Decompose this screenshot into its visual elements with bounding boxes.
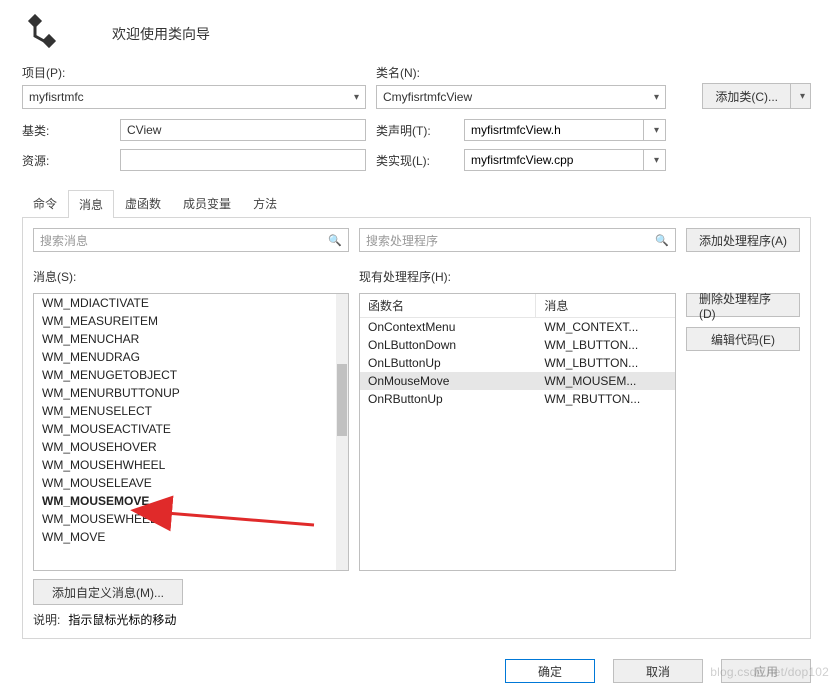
search-messages-input[interactable]: 搜索消息 🔍	[33, 228, 349, 252]
message-item[interactable]: WM_MOUSEHWHEEL	[34, 456, 336, 474]
search-handlers-placeholder: 搜索处理程序	[366, 232, 438, 249]
add-class-button[interactable]: 添加类(C)...	[702, 83, 791, 109]
class-name-value: CmyfisrtmfcView	[383, 90, 472, 104]
message-item[interactable]: WM_MOUSELEAVE	[34, 474, 336, 492]
caret-down-icon: ▾	[654, 125, 659, 136]
resource-field	[120, 149, 366, 171]
message-item[interactable]: WM_MENURBUTTONUP	[34, 384, 336, 402]
base-class-label: 基类:	[22, 122, 120, 139]
cell-func: OnRButtonUp	[360, 391, 536, 407]
caret-down-icon: ▾	[654, 155, 659, 166]
message-item[interactable]: WM_MEASUREITEM	[34, 312, 336, 330]
wizard-logo-icon	[18, 14, 58, 54]
tab-1[interactable]: 消息	[68, 190, 114, 218]
tab-0[interactable]: 命令	[22, 189, 68, 217]
add-custom-message-button[interactable]: 添加自定义消息(M)...	[33, 579, 183, 605]
chevron-down-icon: ▾	[654, 92, 659, 103]
table-header: 函数名 消息	[360, 294, 675, 318]
cell-func: OnLButtonUp	[360, 355, 536, 371]
message-item[interactable]: WM_MOUSEWHEEL	[34, 510, 336, 528]
add-class-split-button[interactable]: 添加类(C)... ▾	[702, 83, 811, 109]
tab-2[interactable]: 虚函数	[114, 189, 172, 217]
search-icon: 🔍	[655, 234, 669, 247]
watermark-text: blog.csdn.net/dop102	[710, 665, 829, 679]
table-row[interactable]: OnLButtonUpWM_LBUTTON...	[360, 354, 675, 372]
description-text: 指示鼠标光标的移动	[68, 611, 176, 628]
scrollbar-thumb[interactable]	[337, 364, 347, 436]
col-message: 消息	[536, 294, 675, 317]
message-item[interactable]: WM_MENUDRAG	[34, 348, 336, 366]
class-decl-label: 类声明(T):	[376, 122, 464, 139]
message-item[interactable]: WM_MOUSEHOVER	[34, 438, 336, 456]
class-impl-field[interactable]: myfisrtmfcView.cpp	[464, 149, 644, 171]
class-name-combo[interactable]: CmyfisrtmfcView ▾	[376, 85, 666, 109]
dialog-buttons: 确定 取消 应用	[0, 647, 833, 683]
description-label: 说明:	[33, 611, 60, 628]
table-row[interactable]: OnContextMenuWM_CONTEXT...	[360, 318, 675, 336]
cell-msg: WM_LBUTTON...	[536, 337, 675, 353]
class-impl-dropdown[interactable]: ▾	[644, 149, 666, 171]
message-item[interactable]: WM_MENUSELECT	[34, 402, 336, 420]
ok-button[interactable]: 确定	[505, 659, 595, 683]
tab-3[interactable]: 成员变量	[172, 189, 242, 217]
tab-4[interactable]: 方法	[242, 189, 288, 217]
cancel-button[interactable]: 取消	[613, 659, 703, 683]
cell-msg: WM_RBUTTON...	[536, 391, 675, 407]
message-item[interactable]: WM_MDIACTIVATE	[34, 294, 336, 312]
tab-strip: 命令消息虚函数成员变量方法	[22, 189, 811, 218]
message-item[interactable]: WM_MENUGETOBJECT	[34, 366, 336, 384]
cell-func: OnLButtonDown	[360, 337, 536, 353]
class-decl-dropdown[interactable]: ▾	[644, 119, 666, 141]
handlers-list-label: 现有处理程序(H):	[359, 268, 672, 285]
wizard-header: 欢迎使用类向导	[0, 0, 833, 64]
add-handler-button[interactable]: 添加处理程序(A)	[686, 228, 800, 252]
caret-down-icon: ▾	[800, 91, 805, 102]
scrollbar[interactable]	[336, 294, 348, 570]
messages-list-label: 消息(S):	[33, 268, 349, 285]
message-item[interactable]: WM_MOVE	[34, 528, 336, 546]
add-class-dropdown[interactable]: ▾	[791, 83, 811, 109]
class-impl-label: 类实现(L):	[376, 152, 464, 169]
resource-label: 资源:	[22, 152, 120, 169]
col-func-name: 函数名	[360, 294, 536, 317]
message-item[interactable]: WM_MOUSEMOVE	[34, 492, 336, 510]
project-value: myfisrtmfc	[29, 90, 84, 104]
table-row[interactable]: OnMouseMoveWM_MOUSEM...	[360, 372, 675, 390]
cell-msg: WM_LBUTTON...	[536, 355, 675, 371]
search-handlers-input[interactable]: 搜索处理程序 🔍	[359, 228, 676, 252]
delete-handler-button[interactable]: 删除处理程序(D)	[686, 293, 800, 317]
table-row[interactable]: OnLButtonDownWM_LBUTTON...	[360, 336, 675, 354]
project-label: 项目(P):	[22, 64, 366, 81]
project-combo[interactable]: myfisrtmfc ▾	[22, 85, 366, 109]
message-item[interactable]: WM_MOUSEACTIVATE	[34, 420, 336, 438]
chevron-down-icon: ▾	[354, 92, 359, 103]
messages-panel: 搜索消息 🔍 搜索处理程序 🔍 添加处理程序(A) 消息(S): 现有处理程序(…	[22, 218, 811, 639]
table-row[interactable]: OnRButtonUpWM_RBUTTON...	[360, 390, 675, 408]
message-item[interactable]: WM_MENUCHAR	[34, 330, 336, 348]
wizard-title: 欢迎使用类向导	[112, 24, 210, 44]
base-class-field: CView	[120, 119, 366, 141]
cell-func: OnContextMenu	[360, 319, 536, 335]
cell-func: OnMouseMove	[360, 373, 536, 389]
cell-msg: WM_CONTEXT...	[536, 319, 675, 335]
class-name-label: 类名(N):	[376, 64, 666, 81]
search-icon: 🔍	[328, 234, 342, 247]
edit-code-button[interactable]: 编辑代码(E)	[686, 327, 800, 351]
class-decl-field[interactable]: myfisrtmfcView.h	[464, 119, 644, 141]
search-messages-placeholder: 搜索消息	[40, 232, 88, 249]
cell-msg: WM_MOUSEM...	[536, 373, 675, 389]
messages-listbox[interactable]: WM_MDIACTIVATEWM_MEASUREITEMWM_MENUCHARW…	[33, 293, 349, 571]
handlers-table[interactable]: 函数名 消息 OnContextMenuWM_CONTEXT...OnLButt…	[359, 293, 676, 571]
